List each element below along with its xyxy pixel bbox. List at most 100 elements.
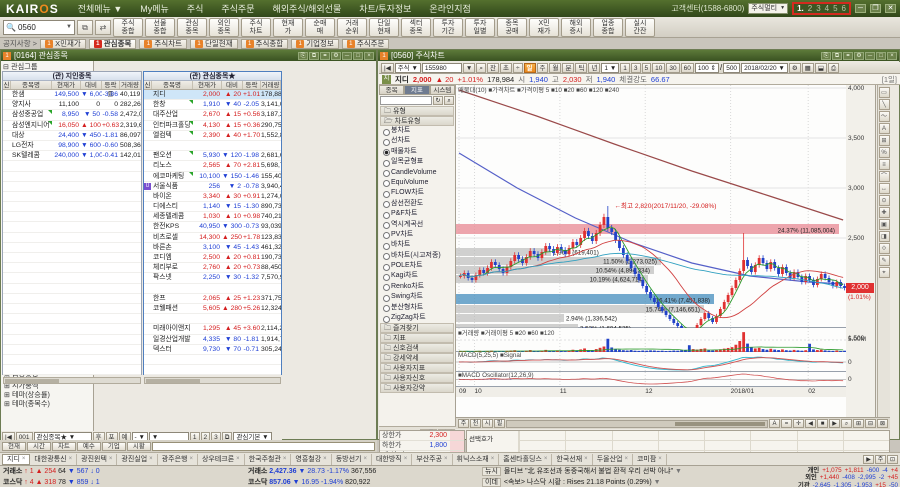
stock-tab-코미팜[interactable]: 코미팜 × — [633, 453, 667, 465]
chart-quick-주[interactable]: 주 — [458, 419, 469, 428]
quick-tab-X민재가[interactable]: 1 X민재가 — [40, 38, 86, 49]
table-row[interactable]: 바른손 3,100 ▼ 45-1.43461,320 — [144, 243, 281, 253]
table-row[interactable] — [3, 355, 141, 366]
close-tab-icon[interactable]: × — [236, 456, 240, 462]
chart-zoom-icon[interactable]: A — [769, 419, 780, 428]
chart-type-radio-일목균형표[interactable]: 일목균형표 — [379, 157, 455, 168]
window-maximize-icon[interactable]: □ — [353, 51, 363, 60]
quick-tab-주식주문[interactable]: 1 주식주문 — [341, 38, 390, 49]
stock-tab-홈센타홀딩스[interactable]: 홈센타홀딩스 × — [499, 453, 553, 465]
close-tab-icon[interactable]: × — [491, 456, 495, 462]
period-년[interactable]: 년 — [588, 62, 601, 73]
scrollbar-horizontal[interactable] — [144, 377, 281, 384]
col-header[interactable]: 등락률 — [102, 81, 120, 98]
page-3[interactable]: 3 — [816, 4, 820, 13]
folder-신호검색[interactable]: 🗀 신호검색 — [380, 343, 454, 354]
window-minimize-icon[interactable]: ─ — [342, 51, 352, 60]
table-row[interactable] — [3, 212, 141, 223]
window-close-icon[interactable]: × — [887, 51, 897, 60]
stock-tab-대한방직[interactable]: 대한방직 × — [372, 453, 413, 465]
quick-tab-관심종목[interactable]: 1 관심종목 — [88, 38, 137, 49]
table-row[interactable]: 바이온 3,340 ▲ 30+0.911,274,055 — [144, 192, 281, 203]
col-header[interactable]: 신 — [144, 81, 152, 89]
table-row[interactable]: 코디엠 2,500 ▲ 20+0.81190,731 — [144, 253, 281, 264]
news-line[interactable]: 뉴시 몰디브 "北 유조선과 동중국해서 불법 환적 우리 선박 아냐" ▼ — [482, 466, 744, 477]
nav-first-icon[interactable]: |◀ — [381, 62, 394, 73]
chart-type-radio-CandleVolume[interactable]: CandleVolume — [379, 168, 455, 178]
close-tab-icon[interactable]: × — [544, 456, 548, 462]
chart-type-radio-매물차트[interactable]: 매물차트 — [379, 147, 455, 157]
table-row[interactable]: 에코마케팅 10,100▼ 150-1.46155,408 — [144, 171, 281, 182]
count-60[interactable]: 60 — [680, 62, 694, 73]
quick-tab-단일현재[interactable]: 1 단일현재 — [190, 38, 238, 49]
close-tab-icon[interactable]: × — [189, 456, 193, 462]
close-tab-icon[interactable]: × — [444, 456, 448, 462]
page-4[interactable]: 4 — [825, 4, 829, 13]
toolbar-button-종목공매[interactable]: 종목 공매 — [497, 17, 527, 37]
chart-type-radio-FLOW차트[interactable]: FLOW차트 — [379, 188, 455, 199]
col-header[interactable]: 현재가 — [52, 81, 81, 89]
table-row[interactable] — [3, 233, 141, 243]
draw-tool-icon[interactable]: ▭ — [878, 87, 890, 98]
menu-item[interactable]: 주식주문 — [212, 2, 263, 15]
chart-tool-icon[interactable]: ▦ — [801, 62, 814, 73]
toolbar-button-주식종합[interactable]: 주식 종합 — [113, 17, 143, 37]
chart-zoom-icon[interactable]: = — [781, 419, 792, 428]
indicator-search-input[interactable] — [380, 96, 432, 105]
table-row[interactable] — [3, 284, 141, 294]
quick-tab-주식차트[interactable]: 1 주식차트 — [139, 38, 187, 49]
toolbar-button-단일현재[interactable]: 단일 현재 — [369, 17, 399, 37]
table-row[interactable]: 덱스터 9,730 ▼ 70-0.71305,244 — [144, 345, 281, 355]
chart-type-radio-EquiVolume[interactable]: EquiVolume — [379, 178, 455, 188]
chart-type-radio-Renko차트[interactable]: Renko차트 — [379, 282, 455, 292]
table-row[interactable]: SK텔레콤 240,000▼ 1,000-0.41142,015 — [3, 151, 141, 162]
settings-gear-icon[interactable]: ⚙ — [331, 51, 341, 60]
sidebar-tab-시스템[interactable]: 시스템 — [429, 85, 455, 95]
chart-zoom-icon[interactable]: ■ — [817, 419, 828, 428]
stock-tab-대한광통신[interactable]: 대한광통신 × — [30, 453, 78, 465]
chart-type-radio-선차트[interactable]: 선차트 — [379, 136, 455, 147]
draw-tool-icon[interactable]: % — [878, 147, 890, 158]
draw-tool-icon[interactable]: ⊙ — [878, 195, 890, 206]
table-row[interactable]: 엘컴텍 2,390 ▲ 40+1.701,552,836 — [144, 130, 281, 141]
toolbar-button-관심종목[interactable]: 관심 종목 — [177, 17, 207, 37]
table-row[interactable]: 대상 24,400 ▼ 450 -1.81 86,097 — [3, 131, 141, 141]
popup-icon[interactable]: ⧉ — [832, 51, 842, 60]
stock-tab-한국주철관[interactable]: 한국주철관 × — [245, 453, 292, 465]
table-row[interactable] — [3, 263, 141, 274]
settings-gear-icon[interactable]: ⚙ — [854, 51, 864, 60]
col-header[interactable]: 대비 — [222, 81, 243, 89]
draw-tool-icon[interactable]: ⟐ — [878, 243, 890, 254]
table-row[interactable] — [3, 335, 141, 345]
period-월[interactable]: 월 — [549, 62, 562, 73]
stock-tab-지디[interactable]: 지디 × — [2, 453, 31, 465]
table-row[interactable] — [3, 182, 141, 192]
asset-select[interactable]: 주식 ▼ — [394, 62, 421, 73]
toolbar-button-투자일별[interactable]: 투자 일별 — [465, 17, 495, 37]
table-row[interactable] — [3, 345, 141, 355]
table-row[interactable] — [3, 324, 141, 335]
draw-tool-icon[interactable]: ⌒ — [878, 171, 890, 182]
stock-tab-상우테크론[interactable]: 상우테크론 × — [198, 453, 245, 465]
workspace-pager[interactable]: 1. 2 3 4 5 6 — [792, 2, 851, 15]
close-tab-icon[interactable]: × — [69, 456, 73, 462]
chart-type-radio-역시계곡선[interactable]: 역시계곡선 — [379, 220, 455, 230]
pin-icon[interactable]: ⎘ — [298, 51, 308, 60]
quick-tab-기업정보[interactable]: 1 기업정보 — [291, 38, 339, 49]
lower-tab-기업[interactable]: 기업 — [101, 441, 126, 451]
stock-tab-휘닉스소재[interactable]: 휘닉스소재 × — [453, 453, 500, 465]
sidebar-tab-지표[interactable]: 지표 — [404, 85, 430, 95]
toolbar-button-해외증시[interactable]: 해외 증시 — [561, 17, 591, 37]
draw-tool-icon[interactable]: ◨ — [878, 231, 890, 242]
draw-tool-icon[interactable]: ✎ — [878, 255, 890, 266]
close-tab-icon[interactable]: × — [658, 456, 662, 462]
table-row[interactable] — [144, 365, 281, 376]
table-row[interactable] — [144, 355, 281, 366]
table-row[interactable] — [3, 314, 141, 325]
news-line[interactable]: 이데 <속보> 나스닥 시황 : Rises 21.18 Points (0.29… — [482, 477, 744, 487]
copy-screen-icon[interactable]: ⧉ — [77, 19, 93, 35]
chart-scrollbar[interactable] — [506, 419, 768, 428]
tree-item-collapsed[interactable]: ⊞ 테마(종목수) — [1, 400, 93, 409]
table-row[interactable]: 대주산업 2,670 ▲ 15+0.563,187,241 — [144, 110, 281, 121]
scroll-thumb[interactable] — [675, 421, 765, 426]
